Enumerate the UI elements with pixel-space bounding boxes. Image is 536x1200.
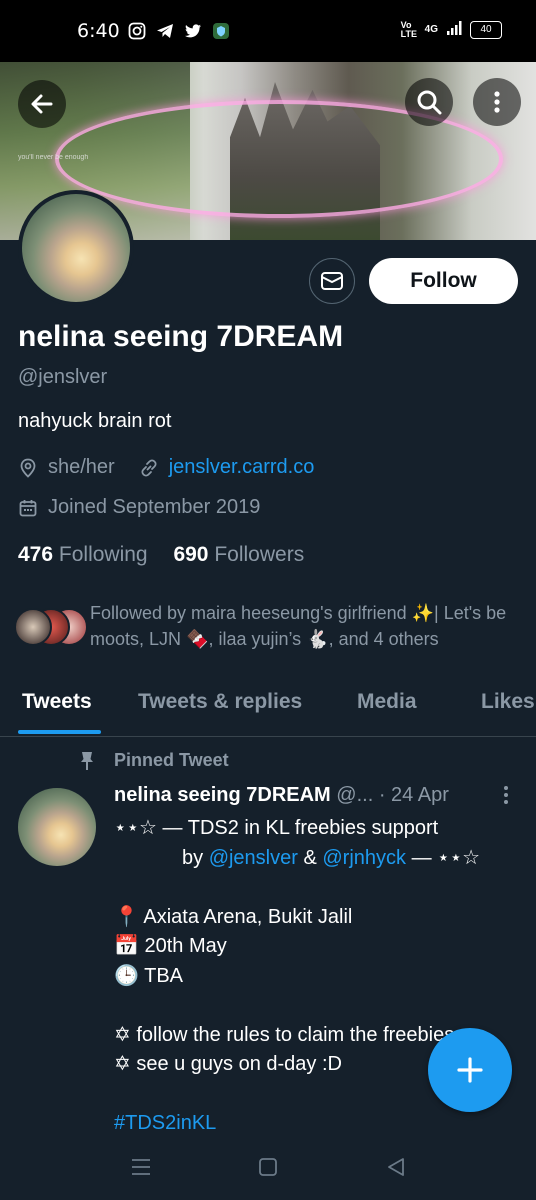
notification-icons: [128, 22, 230, 40]
banner-caption: you'll never be enough: [18, 154, 89, 161]
more-vertical-icon: [504, 786, 508, 804]
arrow-left-icon: [31, 94, 53, 114]
followers-count: 690: [173, 543, 209, 566]
tab-media[interactable]: Media: [357, 690, 417, 714]
profile-avatar[interactable]: [18, 190, 134, 306]
location-pin-icon: [18, 458, 38, 478]
mutual-avatars: [14, 608, 88, 646]
calendar-icon: [18, 498, 38, 518]
tweet-text: — ⋆⋆☆: [406, 846, 481, 869]
tweet-more-button[interactable]: [496, 784, 516, 808]
app-shield-icon: [212, 22, 230, 40]
home-square-icon[interactable]: [258, 1157, 278, 1177]
pinned-tweet-label: Pinned Tweet: [114, 750, 229, 770]
followed-by-text: Followed by maira heeseung's girlfriend …: [90, 603, 507, 649]
envelope-icon: [321, 272, 343, 290]
profile-joined-date: Joined September 2019: [48, 496, 261, 518]
twitter-bird-icon: [184, 22, 202, 40]
tweet-line: 📍 Axiata Arena, Bukit Jalil: [114, 905, 353, 928]
mention-link[interactable]: @rjnhyck: [322, 847, 406, 869]
system-indicators: Vo LTE 4G 40: [401, 20, 502, 39]
telegram-icon: [156, 22, 174, 40]
tweet-author-handle: @...: [336, 784, 374, 806]
profile-website-link[interactable]: jenslver.carrd.co: [169, 456, 315, 479]
tweet-author-name[interactable]: nelina seeing 7DREAM: [114, 784, 331, 806]
profile-display-name: nelina seeing 7DREAM: [18, 320, 344, 353]
mention-link[interactable]: @jenslver: [209, 847, 298, 869]
tweet-line: ⋆⋆☆ — TDS2 in KL freebies support: [114, 817, 439, 839]
mutual-avatar: [14, 608, 52, 646]
battery-level: 40: [480, 24, 492, 35]
profile-tabs: Tweets Tweets & replies Media Likes: [0, 676, 536, 737]
signal-icon: [446, 20, 462, 39]
plus-icon: [457, 1057, 483, 1083]
message-button[interactable]: [309, 258, 355, 304]
tweet-date: · 24 Apr: [378, 784, 449, 806]
battery-icon: 40: [470, 20, 502, 39]
back-button[interactable]: [18, 80, 66, 128]
tweet-line: 📅 20th May: [114, 935, 227, 957]
following-link[interactable]: 476 Following: [18, 543, 148, 566]
pin-icon: [81, 751, 93, 770]
volte-label: Vo LTE: [400, 19, 417, 39]
followers-link[interactable]: 690 Followers: [173, 543, 304, 566]
follow-counts: 476 Following 690 Followers: [18, 543, 304, 567]
profile-bio: nahyuck brain rot: [18, 410, 172, 432]
profile-joined-row: Joined September 2019: [18, 496, 260, 519]
status-bar: 6:40 Vo LTE 4G 40: [0, 0, 536, 62]
active-tab-indicator: [18, 730, 101, 734]
system-navigation-bar: [0, 1145, 536, 1200]
followers-label: Followers: [214, 543, 305, 566]
hashtag-link[interactable]: #TDS2inKL: [114, 1109, 524, 1139]
follow-button[interactable]: Follow: [369, 258, 518, 304]
profile-location: she/her: [48, 456, 115, 478]
profile-handle: @jenslver: [18, 366, 108, 388]
back-triangle-icon[interactable]: [386, 1157, 406, 1177]
more-vertical-icon: [494, 91, 500, 113]
compose-tweet-button[interactable]: [428, 1028, 512, 1112]
profile-meta-row: she/her jenslver.carrd.co: [18, 456, 314, 479]
link-icon: [139, 458, 159, 478]
tab-likes[interactable]: Likes: [481, 690, 535, 714]
following-label: Following: [58, 543, 148, 566]
menu-icon[interactable]: [130, 1157, 152, 1177]
tweet-text: by: [182, 846, 209, 869]
tweet-text: &: [297, 846, 323, 869]
following-count: 476: [18, 543, 54, 566]
search-icon: [417, 90, 442, 115]
network-type: 4G: [424, 24, 438, 35]
search-button[interactable]: [405, 78, 453, 126]
pinned-label-row: Pinned Tweet: [78, 750, 229, 771]
status-time: 6:40: [77, 20, 120, 42]
more-options-button[interactable]: [473, 78, 521, 126]
instagram-icon: [128, 22, 146, 40]
tab-tweets-replies[interactable]: Tweets & replies: [138, 690, 302, 714]
tweet-line: by @jenslver & @rjnhyck — ⋆⋆☆: [114, 844, 524, 874]
tweet-header: nelina seeing 7DREAM @... · 24 Apr: [114, 784, 449, 807]
tab-tweets[interactable]: Tweets: [22, 690, 92, 714]
tweet-line: 🕒 TBA: [114, 964, 183, 987]
tweet-author-avatar[interactable]: [18, 788, 96, 866]
